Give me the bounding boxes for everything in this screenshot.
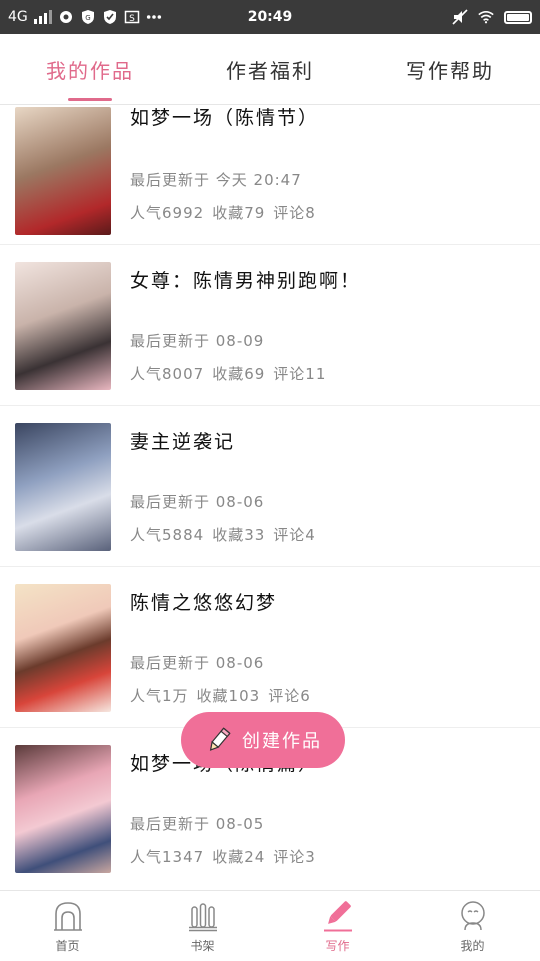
- work-comments: 评论6: [268, 687, 311, 705]
- app-notification-icon: [58, 9, 74, 25]
- work-favorites: 收藏103: [196, 687, 261, 705]
- nav-home[interactable]: 首页: [0, 891, 135, 961]
- work-favorites: 收藏69: [212, 365, 266, 383]
- tab-label: 我的作品: [46, 58, 134, 83]
- work-item[interactable]: 女尊：陈情男神别跑啊！ 最后更新于 08-09 人气8007 收藏69 评论11: [0, 246, 540, 406]
- work-stats: 人气1万 收藏103 评论6: [130, 685, 319, 706]
- work-comments: 评论3: [273, 848, 316, 866]
- create-work-button[interactable]: 创建作品: [181, 712, 345, 768]
- work-updated: 最后更新于 今天 20:47: [130, 171, 302, 189]
- pencil-icon: [209, 727, 231, 751]
- work-favorites: 收藏33: [212, 526, 266, 544]
- work-item[interactable]: 如梦一场（陈情节） 最后更新于 今天 20:47 人气6992 收藏79 评论8: [0, 105, 540, 245]
- nav-profile[interactable]: 我的: [405, 891, 540, 961]
- work-popularity: 人气1万: [130, 687, 189, 705]
- works-list[interactable]: 如梦一场（陈情节） 最后更新于 今天 20:47 人气6992 收藏79 评论8 女…: [0, 105, 540, 890]
- wifi-icon: [478, 9, 494, 25]
- work-stats: 人气5884 收藏33 评论4: [130, 524, 324, 545]
- work-comments: 评论11: [273, 365, 327, 383]
- top-tabs: 我的作品 作者福利 写作帮助: [0, 34, 540, 105]
- work-updated: 最后更新于 08-06: [130, 654, 265, 672]
- nav-label: 首页: [55, 938, 80, 953]
- create-work-label: 创建作品: [242, 731, 322, 752]
- work-comments: 评论4: [273, 526, 316, 544]
- work-popularity: 人气8007: [130, 365, 205, 383]
- work-popularity: 人气1347: [130, 848, 205, 866]
- work-title: 如梦一场（陈情节）: [130, 107, 320, 129]
- work-updated: 最后更新于 08-09: [130, 332, 265, 350]
- tab-my-works[interactable]: 我的作品: [0, 34, 180, 104]
- svg-text:S: S: [129, 14, 135, 24]
- work-item[interactable]: 陈情之悠悠幻梦 最后更新于 08-06 人气1万 收藏103 评论6: [0, 568, 540, 728]
- bookshelf-icon: [188, 902, 217, 931]
- nav-label: 我的: [460, 938, 485, 953]
- shield-check-icon: [102, 9, 118, 25]
- nav-label: 写作: [325, 938, 350, 953]
- nav-write[interactable]: 写作: [270, 891, 405, 961]
- more-icon: [146, 9, 162, 25]
- work-popularity: 人气5884: [130, 526, 205, 544]
- battery-icon: [504, 10, 532, 24]
- status-bar: 4G G S 20:49: [0, 0, 540, 34]
- tab-active-indicator: [68, 98, 112, 101]
- work-cover-image: [15, 745, 111, 873]
- mute-icon: [452, 9, 468, 25]
- home-icon: [53, 901, 82, 931]
- profile-icon: [460, 900, 485, 930]
- work-updated: 最后更新于 08-05: [130, 815, 265, 833]
- nav-bookshelf[interactable]: 书架: [135, 891, 270, 961]
- work-cover-image: [15, 423, 111, 551]
- signal-icon: [33, 10, 52, 24]
- nav-label: 书架: [190, 938, 215, 953]
- network-label: 4G: [8, 9, 28, 25]
- work-updated: 最后更新于 08-06: [130, 493, 265, 511]
- bottom-nav: 首页 书架 写作 我的: [0, 890, 540, 961]
- tab-writing-help[interactable]: 写作帮助: [360, 34, 540, 104]
- work-item[interactable]: 妻主逆袭记 最后更新于 08-06 人气5884 收藏33 评论4: [0, 407, 540, 567]
- screenshot-icon: S: [124, 9, 140, 25]
- work-popularity: 人气6992: [130, 204, 205, 222]
- tab-label: 写作帮助: [406, 58, 494, 83]
- work-favorites: 收藏79: [212, 204, 266, 222]
- tab-label: 作者福利: [226, 58, 314, 83]
- work-cover-image: [15, 107, 111, 235]
- work-cover-image: [15, 262, 111, 390]
- pen-icon: [323, 900, 352, 931]
- svg-text:G: G: [85, 14, 90, 22]
- work-cover-image: [15, 584, 111, 712]
- work-stats: 人气6992 收藏79 评论8: [130, 202, 324, 223]
- tab-author-benefits[interactable]: 作者福利: [180, 34, 360, 104]
- work-stats: 人气1347 收藏24 评论3: [130, 846, 324, 867]
- work-favorites: 收藏24: [212, 848, 266, 866]
- work-comments: 评论8: [273, 204, 316, 222]
- work-title: 女尊：陈情男神别跑啊！: [130, 270, 362, 292]
- work-title: 陈情之悠悠幻梦: [130, 592, 278, 614]
- shield-icon: G: [80, 9, 96, 25]
- work-title: 妻主逆袭记: [130, 431, 236, 453]
- work-stats: 人气8007 收藏69 评论11: [130, 363, 334, 384]
